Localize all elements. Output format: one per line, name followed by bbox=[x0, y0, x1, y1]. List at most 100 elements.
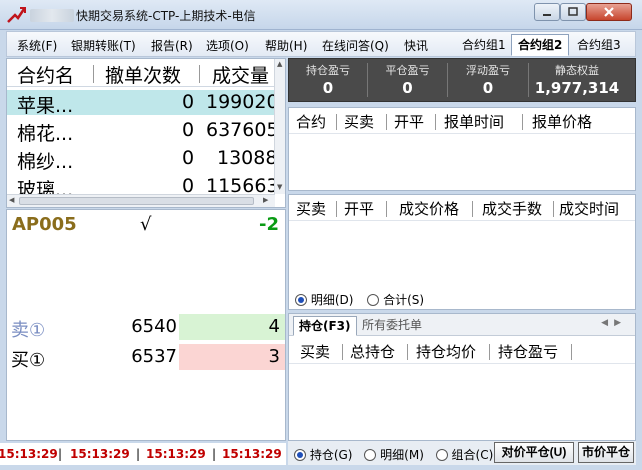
vertical-scrollbar[interactable]: ▲ ▼ bbox=[274, 59, 285, 194]
radio-label: 持仓(G) bbox=[309, 448, 353, 462]
column-trade-price[interactable]: 成交价格 bbox=[399, 198, 459, 219]
volume: 115663 bbox=[206, 175, 277, 194]
menu-options[interactable]: 选项(O) bbox=[206, 37, 249, 54]
minimize-button[interactable] bbox=[534, 3, 560, 21]
trades-header: 买卖 开平 成交价格 成交手数 成交时间 bbox=[289, 195, 635, 221]
menu-bar: 系统(F) 银期转账(T) 报告(R) 选项(O) 帮助(H) 在线问答(Q) … bbox=[6, 31, 636, 57]
radio-unchecked-icon bbox=[367, 294, 380, 306]
column-order-price[interactable]: 报单价格 bbox=[532, 111, 592, 132]
orders-header: 合约 买卖 开平 报单时间 报单价格 bbox=[289, 108, 635, 134]
window-title: 快期交易系统-CTP-上期技术-电信 bbox=[76, 9, 256, 23]
radio-holdings[interactable]: 持仓(G) bbox=[294, 448, 353, 462]
volume: 13088 bbox=[217, 147, 277, 169]
stat-value: 0 bbox=[482, 79, 494, 97]
tab-contract-group-1[interactable]: 合约组1 bbox=[455, 34, 513, 56]
column-open-close[interactable]: 开平 bbox=[394, 111, 424, 132]
quote-table: 合约名 撤单次数 成交量 苹果... 0 199020 棉花... 0 6376… bbox=[6, 58, 286, 208]
bid-price: 6537 bbox=[131, 346, 177, 367]
tab-contract-group-2[interactable]: 合约组2 bbox=[511, 34, 570, 56]
column-order-time[interactable]: 报单时间 bbox=[444, 111, 504, 132]
radio-label: 明细(M) bbox=[380, 448, 424, 462]
close-button[interactable] bbox=[586, 3, 632, 21]
column-buy-sell[interactable]: 买卖 bbox=[344, 111, 374, 132]
maximize-button[interactable] bbox=[560, 3, 586, 21]
column-buy-sell[interactable]: 买卖 bbox=[296, 198, 326, 219]
stat-floating-pnl: 浮动盈亏 0 bbox=[448, 59, 528, 101]
status-time: 15:13:29 bbox=[0, 447, 58, 461]
selected-symbol: AP005 bbox=[12, 214, 77, 235]
contract-name: 苹果... bbox=[17, 95, 74, 115]
radio-detail[interactable]: 明细(M) bbox=[364, 448, 424, 462]
ask-level[interactable]: 卖① 6540 4 bbox=[7, 314, 285, 341]
column-volume[interactable]: 成交量 bbox=[212, 61, 269, 88]
quote-row[interactable]: 玻璃... 0 115663 bbox=[7, 174, 277, 194]
quote-row[interactable]: 苹果... 0 199020 bbox=[7, 90, 277, 115]
column-avg-price[interactable]: 持仓均价 bbox=[416, 341, 476, 362]
stat-label: 浮动盈亏 bbox=[466, 64, 510, 77]
column-trade-qty[interactable]: 成交手数 bbox=[482, 198, 542, 219]
account-stats: 持仓盈亏 0 平仓盈亏 0 浮动盈亏 0 静态权益 1,977,314 bbox=[288, 58, 636, 102]
stat-label: 静态权益 bbox=[555, 64, 599, 77]
scrollbar-thumb[interactable] bbox=[19, 197, 254, 205]
quote-row[interactable]: 棉纱... 0 13088 bbox=[7, 146, 277, 171]
radio-checked-icon bbox=[294, 449, 306, 461]
radio-unchecked-icon bbox=[364, 449, 377, 461]
column-position-pnl[interactable]: 持仓盈亏 bbox=[498, 341, 558, 362]
menu-help[interactable]: 帮助(H) bbox=[265, 37, 307, 54]
positions-header: 买卖 总持仓 持仓均价 持仓盈亏 bbox=[289, 338, 635, 364]
tab-scroll-arrows-icon[interactable]: ◀▶ bbox=[601, 318, 627, 328]
contract-name: 棉纱... bbox=[17, 151, 74, 171]
column-contract-name[interactable]: 合约名 bbox=[17, 61, 74, 88]
maximize-icon bbox=[568, 7, 578, 16]
positions-panel: 持仓(F3) 所有委托单 ◀▶ 买卖 总持仓 持仓均价 持仓盈亏 bbox=[288, 313, 636, 441]
close-icon bbox=[604, 7, 614, 17]
tab-all-orders[interactable]: 所有委托单 bbox=[357, 316, 427, 336]
ask-price: 6540 bbox=[131, 316, 177, 337]
ask-label: 卖① bbox=[11, 320, 46, 341]
status-separator: | bbox=[58, 447, 63, 461]
scroll-right-icon[interactable]: ▶ bbox=[263, 196, 268, 204]
title-bar: 快期交易系统-CTP-上期技术-电信 bbox=[0, 0, 642, 30]
radio-label: 明细(D) bbox=[310, 293, 354, 307]
column-total-position[interactable]: 总持仓 bbox=[350, 341, 395, 362]
radio-unchecked-icon bbox=[435, 449, 448, 461]
trades-view-radios: 明细(D) 合计(S) bbox=[295, 291, 424, 308]
stat-value: 0 bbox=[322, 79, 334, 97]
radio-combo[interactable]: 组合(C) bbox=[435, 448, 493, 462]
status-time: 15:13:29 bbox=[222, 447, 282, 461]
close-at-market-button[interactable]: 市价平仓 bbox=[578, 442, 634, 463]
scroll-left-icon[interactable]: ◀ bbox=[9, 196, 14, 204]
column-trade-time[interactable]: 成交时间 bbox=[559, 198, 619, 219]
column-cancel-count[interactable]: 撤单次数 bbox=[105, 61, 181, 88]
scroll-up-icon[interactable]: ▲ bbox=[277, 60, 282, 68]
menu-bank-transfer[interactable]: 银期转账(T) bbox=[71, 37, 136, 54]
scroll-down-icon[interactable]: ▼ bbox=[277, 183, 282, 191]
column-open-close[interactable]: 开平 bbox=[344, 198, 374, 219]
contract-name: 玻璃... bbox=[17, 179, 74, 194]
column-contract[interactable]: 合约 bbox=[296, 111, 326, 132]
stat-close-pnl: 平仓盈亏 0 bbox=[368, 59, 447, 101]
ask-volume: 4 bbox=[179, 314, 285, 340]
volume: 199020 bbox=[206, 91, 277, 113]
contract-name: 棉花... bbox=[17, 123, 74, 143]
menu-online-qa[interactable]: 在线问答(Q) bbox=[322, 37, 389, 54]
tab-contract-group-3[interactable]: 合约组3 bbox=[570, 34, 628, 56]
close-at-counter-price-button[interactable]: 对价平仓(U) bbox=[494, 442, 574, 463]
tab-positions[interactable]: 持仓(F3) bbox=[293, 316, 357, 336]
menu-system[interactable]: 系统(F) bbox=[17, 37, 57, 54]
radio-checked-icon bbox=[295, 294, 307, 306]
orders-panel: 合约 买卖 开平 报单时间 报单价格 bbox=[288, 107, 636, 191]
horizontal-scrollbar[interactable]: ◀ ▶ bbox=[7, 194, 275, 207]
radio-total[interactable]: 合计(S) bbox=[367, 293, 424, 307]
menu-report[interactable]: 报告(R) bbox=[151, 37, 193, 54]
radio-label: 合计(S) bbox=[383, 293, 425, 307]
quote-row[interactable]: 棉花... 0 637605 bbox=[7, 118, 277, 143]
menu-news[interactable]: 快讯 bbox=[404, 37, 428, 54]
quote-table-header: 合约名 撤单次数 成交量 bbox=[7, 59, 285, 88]
radio-detail[interactable]: 明细(D) bbox=[295, 293, 353, 307]
bid-level[interactable]: 买① 6537 3 bbox=[7, 344, 285, 371]
trades-panel: 买卖 开平 成交价格 成交手数 成交时间 明细(D) 合计(S) bbox=[288, 194, 636, 310]
status-bar: 15:13:29 | 15:13:29 | 15:13:29 | 15:13:2… bbox=[0, 443, 286, 465]
status-separator: | bbox=[212, 447, 217, 461]
column-buy-sell[interactable]: 买卖 bbox=[300, 341, 330, 362]
